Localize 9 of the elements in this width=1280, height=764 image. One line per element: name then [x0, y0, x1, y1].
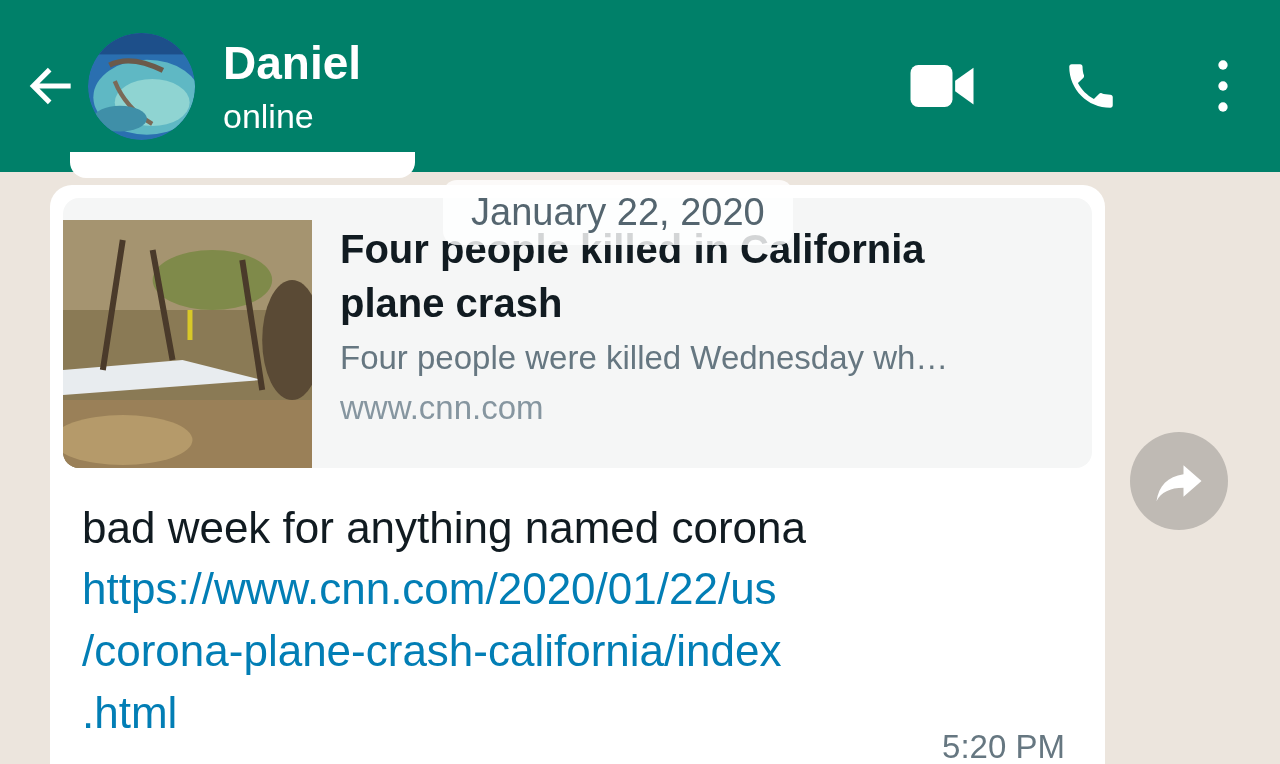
contact-name[interactable]: Daniel [223, 35, 362, 91]
message-time: 5:20 PM [942, 727, 1065, 764]
message-link[interactable]: https://www.cnn.com/2020/01/22/us /corona-plane-crash-california/index .html [82, 558, 782, 744]
contact-status: online [223, 96, 315, 137]
message-text: bad week for anything named corona [82, 502, 808, 554]
preview-description: Four people were killed Wednesday wh… [340, 338, 950, 378]
menu-icon[interactable] [1216, 58, 1230, 114]
preview-domain: www.cnn.com [340, 388, 545, 428]
video-call-icon[interactable] [910, 65, 974, 107]
